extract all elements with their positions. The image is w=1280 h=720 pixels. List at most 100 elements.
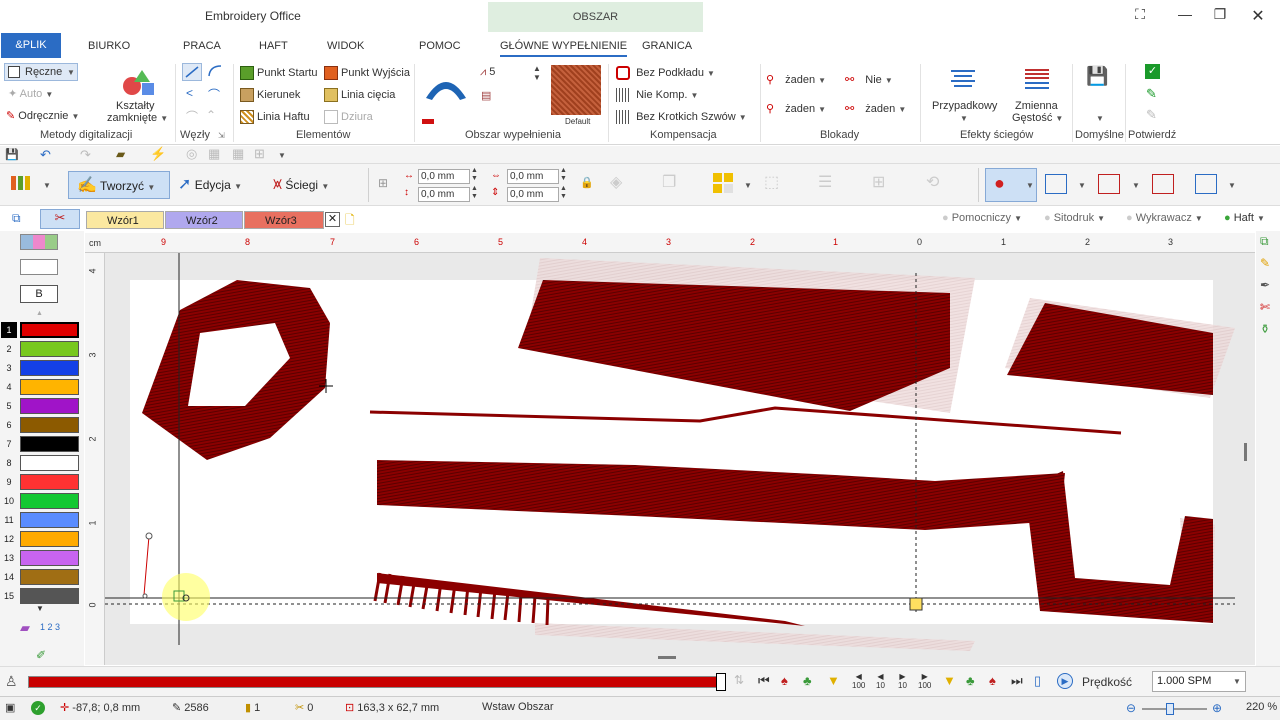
random-effect-icon[interactable] [948, 66, 978, 92]
layers-icon[interactable]: ⧉ [12, 211, 21, 226]
back-10-button[interactable]: ◀ 10 [876, 672, 885, 690]
method-auto-button[interactable]: ✦ Auto ▼ [8, 87, 53, 100]
palette-swatch[interactable] [20, 588, 79, 604]
file-menu-button[interactable]: &PLIK [1, 33, 61, 58]
lock-start-dropdown[interactable]: ⚲ żaden ▼ [766, 73, 826, 86]
dialog-launcher-icon[interactable]: ⇲ [218, 131, 225, 140]
chevron-down-icon[interactable]: ▼ [960, 114, 968, 123]
prev-color-icon[interactable]: ♠ [781, 673, 788, 688]
fullscreen-icon[interactable]: ⛶ [1130, 6, 1150, 23]
forward-10-button[interactable]: ▶ 10 [898, 672, 907, 690]
spinner-icon[interactable]: ▲ ▼ [471, 167, 478, 183]
palette-swatch[interactable] [20, 436, 79, 452]
palette-scroll-down-icon[interactable]: ▼ [36, 604, 44, 613]
stitch-shape-top[interactable] [518, 280, 950, 411]
next-color-icon[interactable]: ♠ [989, 673, 996, 688]
compensation-dropdown[interactable]: Nie Komp. ▼ [616, 88, 698, 102]
save-defaults-icon[interactable]: 💾 [1086, 66, 1108, 87]
open-folder-icon[interactable]: ▰ [116, 147, 125, 161]
prev-object-icon[interactable]: ♣ [803, 673, 812, 688]
stitch-shape-hexagon[interactable] [142, 280, 330, 460]
method-manual-button[interactable]: Ręczne ▼ [4, 63, 78, 81]
node-smooth-icon[interactable]: ⌒ [208, 86, 220, 103]
spinner-icon[interactable]: ▲ ▼ [560, 185, 567, 201]
edit-mode-button[interactable]: ➚ Edycja ▼ [178, 171, 242, 199]
prev-stop-icon[interactable]: ▼ [827, 673, 840, 688]
width-field[interactable]: 0,0 mm [507, 169, 559, 184]
variable-density-icon[interactable] [1022, 66, 1052, 92]
palette-list-icon[interactable] [20, 259, 58, 275]
stitch-shape-band[interactable] [377, 460, 1065, 530]
palette-swatch[interactable] [20, 550, 79, 566]
menu-haft[interactable]: HAFT [259, 40, 288, 52]
y-offset-field[interactable]: 0,0 mm [418, 187, 470, 202]
palette-swatch[interactable] [20, 474, 79, 490]
zoom-out-icon[interactable]: ⊖ [1126, 701, 1136, 715]
confirm-check-icon[interactable]: ✓ [1145, 64, 1160, 79]
zoom-fit-icon[interactable] [1098, 174, 1120, 194]
view-mode-icon[interactable] [10, 174, 32, 192]
palette-swatch[interactable] [20, 322, 79, 338]
palette-scroll-up-icon[interactable]: ▲ [36, 310, 43, 317]
play-icon[interactable]: ▶ [1057, 673, 1073, 689]
chevron-down-icon[interactable]: ▼ [1132, 181, 1140, 190]
undo-icon[interactable]: ↶ [40, 147, 51, 163]
node-corner-icon[interactable]: < [186, 86, 193, 100]
pen-tool-icon[interactable]: ✒ [1260, 278, 1270, 292]
progress-slider-handle[interactable] [716, 673, 726, 691]
close-tab-icon[interactable]: ✕ [325, 212, 340, 227]
minimize-icon[interactable]: — [1175, 6, 1195, 22]
brush-tool-icon[interactable]: ✎ [1260, 256, 1270, 270]
closed-shapes-icon[interactable] [120, 66, 158, 98]
zoom-in-icon[interactable]: ⊕ [1212, 701, 1222, 715]
closed-shapes-label[interactable]: Kształty [116, 100, 155, 112]
zoom-slider[interactable] [1142, 708, 1207, 710]
tab-wzor3[interactable]: Wzór3 [244, 211, 324, 229]
stitch-line-button[interactable]: Linia Haftu [240, 110, 310, 124]
stitches-mode-button[interactable]: ⩙ Ściegi ▼ [273, 171, 329, 199]
start-point-button[interactable]: Punkt Startu [240, 66, 318, 80]
stitch-shape-sawtooth[interactable] [373, 572, 805, 626]
palette-swatch[interactable] [20, 398, 79, 414]
chevron-down-icon[interactable]: ▼ [43, 181, 51, 190]
lock-end-dropdown[interactable]: ⚲ żaden ▼ [766, 102, 826, 115]
zoom-page-icon[interactable] [1195, 174, 1217, 194]
lock-tie-dropdown[interactable]: ⚯ żaden ▼ [845, 102, 906, 115]
zoom-window-icon[interactable] [1045, 174, 1067, 194]
palette-swatch[interactable] [20, 341, 79, 357]
spinner-icon[interactable]: ▲ ▼ [471, 185, 478, 201]
menu-widok[interactable]: WIDOK [327, 40, 364, 52]
palette-swatch[interactable] [20, 512, 79, 528]
knife-tool-icon[interactable]: ✄ [1260, 300, 1270, 314]
palette-swatch[interactable] [20, 417, 79, 433]
method-freehand-button[interactable]: ✎ Odręcznie ▼ [6, 109, 79, 122]
goto-end-icon[interactable]: ⏭ [1011, 673, 1023, 689]
close-window-icon[interactable]: ✕ [1248, 6, 1268, 26]
stitch-running-line[interactable] [369, 406, 1122, 435]
menu-granica[interactable]: GRANICA [642, 40, 692, 52]
closed-shapes-label2[interactable]: zamknięte ▼ [107, 112, 168, 124]
palette-swatch[interactable] [20, 455, 79, 471]
zoom-selection-icon[interactable] [1152, 174, 1174, 194]
direction-button[interactable]: Kierunek [240, 88, 300, 102]
forward-100-button[interactable]: ▶ 100 [918, 672, 931, 690]
node-line-button[interactable] [182, 63, 202, 81]
restore-icon[interactable]: ❐ [1210, 6, 1230, 23]
confirm-edit-icon[interactable]: ✎ [1146, 86, 1157, 102]
simulate-icon[interactable]: ▯ [1034, 673, 1041, 689]
x-offset-field[interactable]: 0,0 mm [418, 169, 470, 184]
node-curve-button[interactable] [206, 63, 226, 81]
fill-type-icon[interactable] [422, 70, 470, 106]
chevron-down-icon[interactable]: ▼ [1096, 114, 1104, 123]
palette-swatch[interactable] [20, 531, 79, 547]
palette-swatch[interactable] [20, 569, 79, 585]
palette-swatch[interactable] [20, 493, 79, 509]
chevron-down-icon[interactable]: ▼ [1228, 181, 1236, 190]
lightning-icon[interactable]: ⚡ [150, 146, 166, 162]
fill-color-swatch[interactable] [422, 119, 434, 124]
layer-auxiliary[interactable]: ● Pomocniczy ▼ [942, 212, 1022, 224]
chevron-down-icon[interactable]: ▼ [1078, 181, 1086, 190]
variable-density-label[interactable]: Zmienna [1015, 100, 1058, 112]
goto-start-icon[interactable]: ⏮ [758, 673, 770, 689]
layer-screenprint[interactable]: ● Sitodruk ▼ [1044, 212, 1105, 224]
